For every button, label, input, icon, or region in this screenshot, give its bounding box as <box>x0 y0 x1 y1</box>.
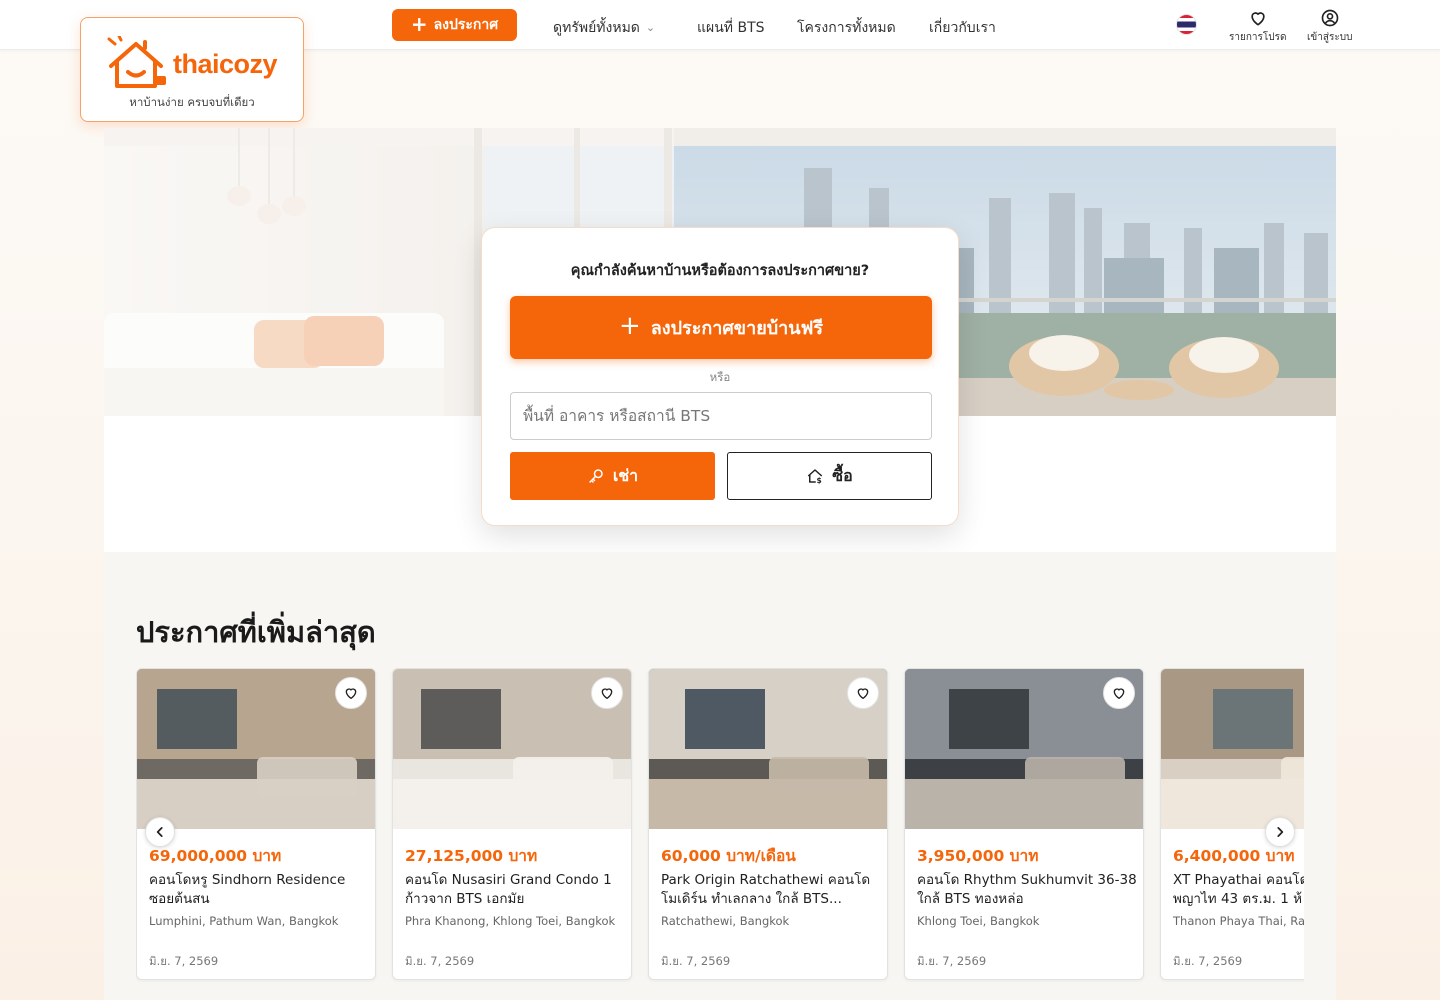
login-button[interactable]: เข้าสู่ระบบ <box>1307 8 1352 45</box>
listing-price: 60,000 บาท/เดือน <box>661 847 796 865</box>
listing-price: 69,000,000 บาท <box>149 847 282 865</box>
nav-about-us[interactable]: เกี่ยวกับเรา <box>929 17 996 39</box>
listing-date: มิ.ย. 7, 2569 <box>405 954 475 968</box>
nav-all-properties-label: ดูทรัพย์ทั้งหมด <box>553 20 640 36</box>
listing-card[interactable]: 60,000 บาท/เดือน Park Origin Ratchathewi … <box>648 668 888 980</box>
listing-location: Lumphini, Pathum Wan, Bangkok <box>149 914 339 928</box>
user-circle-icon <box>1321 9 1339 27</box>
heart-icon <box>1113 688 1125 699</box>
plus-icon: + <box>410 12 428 36</box>
listing-card[interactable]: 3,950,000 บาทคอนโด Rhythm Sukhumvit 36-3… <box>904 668 1144 980</box>
listing-date: มิ.ย. 7, 2569 <box>661 954 731 968</box>
chevron-right-icon <box>1277 827 1284 837</box>
nav-bts-map[interactable]: แผนที่ BTS <box>697 17 765 39</box>
rent-label: เช่า <box>612 465 639 485</box>
listing-price: 27,125,000 บาท <box>405 847 538 865</box>
site-logo[interactable]: thaicozy หาบ้านง่าย ครบจบที่เดียว <box>80 17 304 122</box>
listing-date: มิ.ย. 7, 2569 <box>149 954 219 968</box>
nav-about-us-label: เกี่ยวกับเรา <box>929 20 996 36</box>
listing-location: Khlong Toei, Bangkok <box>917 914 1040 928</box>
nav-all-projects[interactable]: โครงการทั้งหมด <box>797 17 896 39</box>
listing-location: Thanon Phaya Thai, Ratch <box>1173 914 1304 928</box>
listing-location: Phra Khanong, Khlong Toei, Bangkok <box>405 914 616 928</box>
listing-date: มิ.ย. 7, 2569 <box>917 954 987 968</box>
post-free-listing-button[interactable]: + ลงประกาศขายบ้านฟรี <box>510 296 932 359</box>
post-listing-label: ลงประกาศ <box>433 17 499 33</box>
listing-photo <box>1161 669 1304 829</box>
buy-label: ซื้อ <box>832 465 853 485</box>
favorite-toggle-button[interactable] <box>1103 677 1135 709</box>
listing-date: มิ.ย. 7, 2569 <box>1173 954 1243 968</box>
listings-carousel: 69,000,000 บาทคอนโดหรู Sindhorn Residenc… <box>136 668 1304 984</box>
house-price-icon: $ <box>808 469 823 485</box>
latest-listings-title: ประกาศที่เพิ่มล่าสุด <box>136 615 376 649</box>
plus-icon: + <box>618 311 641 341</box>
favorite-toggle-button[interactable] <box>847 677 879 709</box>
or-divider-label: หรือ <box>709 370 731 384</box>
heart-icon <box>1251 12 1265 26</box>
heart-icon <box>601 688 613 699</box>
login-label: เข้าสู่ระบบ <box>1307 32 1353 43</box>
listing-price: 3,950,000 บาท <box>917 847 1039 865</box>
rent-button[interactable]: เช่า <box>510 452 715 500</box>
nav-all-properties[interactable]: ดูทรัพย์ทั้งหมด ⌄ <box>553 17 655 39</box>
post-free-listing-label: ลงประกาศขายบ้านฟรี <box>650 318 824 339</box>
key-icon <box>589 469 603 483</box>
post-listing-button[interactable]: + ลงประกาศ <box>392 9 517 41</box>
favorites-label: รายการโปรด <box>1229 32 1287 43</box>
listing-title[interactable]: คอนโด Nusasiri Grand Condo 1 ก้าวจาก BTS… <box>405 871 627 911</box>
carousel-next-button[interactable] <box>1265 817 1295 847</box>
listing-card[interactable]: 27,125,000 บาทคอนโด Nusasiri Grand Condo… <box>392 668 632 980</box>
logo-tagline: หาบ้านง่าย ครบจบที่เดียว <box>129 95 255 109</box>
favorites-button[interactable]: รายการโปรด <box>1229 8 1286 45</box>
favorite-toggle-button[interactable] <box>591 677 623 709</box>
logo-wordmark: thaicozy <box>173 49 278 79</box>
thailand-flag-icon[interactable] <box>1176 14 1197 35</box>
listing-title[interactable]: XT Phayathai คอนโด พญาไท 43 ตร.ม. 1 ห้ <box>1173 871 1304 911</box>
heart-icon <box>857 688 869 699</box>
listing-title[interactable]: คอนโด Rhythm Sukhumvit 36-38 ใกล้ BTS ทอ… <box>917 871 1139 911</box>
location-search-input[interactable] <box>510 392 932 440</box>
nav-bts-map-label: แผนที่ BTS <box>697 20 765 36</box>
listing-title[interactable]: คอนโดหรู Sindhorn Residence ซอยต้นสน <box>149 871 371 911</box>
carousel-prev-button[interactable] <box>145 817 175 847</box>
nav-all-projects-label: โครงการทั้งหมด <box>797 20 896 36</box>
chevron-down-icon: ⌄ <box>645 21 656 34</box>
listing-location: Ratchathewi, Bangkok <box>661 914 790 928</box>
listing-title[interactable]: Park Origin Ratchathewi คอนโด โมเดิร์น ท… <box>661 871 883 911</box>
listing-price: 6,400,000 บาท <box>1173 847 1295 865</box>
hero-search-card: คุณกำลังค้นหาบ้านหรือต้องการลงประกาศขาย?… <box>481 227 959 526</box>
chevron-left-icon <box>156 827 163 837</box>
hero-question: คุณกำลังค้นหาบ้านหรือต้องการลงประกาศขาย? <box>570 263 870 279</box>
favorite-toggle-button[interactable] <box>335 677 367 709</box>
buy-button[interactable]: $ ซื้อ <box>727 452 932 500</box>
house-logo-icon <box>107 36 166 88</box>
svg-text:$: $ <box>817 476 822 485</box>
heart-icon <box>345 688 357 699</box>
